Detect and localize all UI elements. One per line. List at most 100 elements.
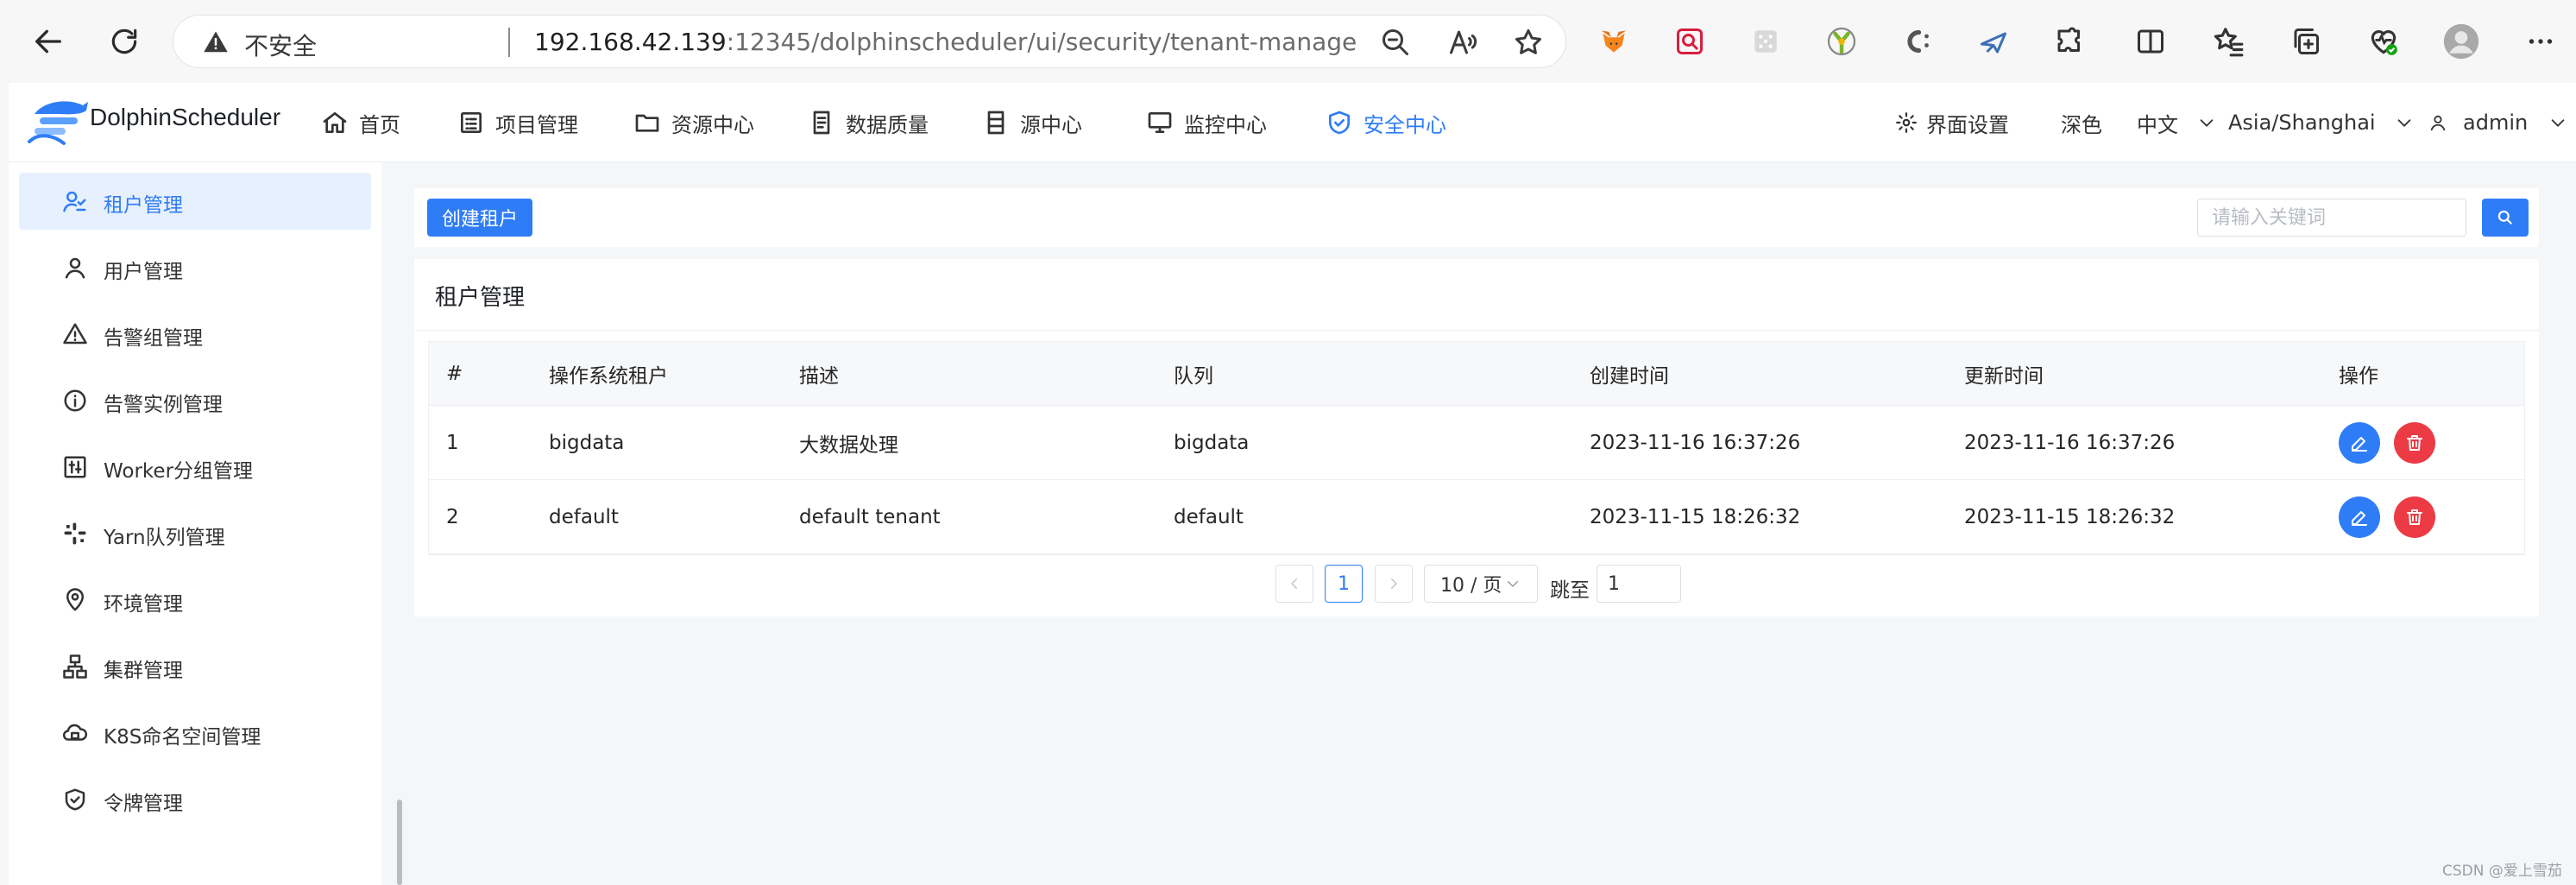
sidebar: 租户管理 用户管理 告警组管理 告警实例管理 Worker分组管理 Yarn队列… [9,162,381,885]
theme-toggle[interactable]: 深色 [2061,102,2102,143]
cell-tenant: default [549,505,619,528]
column-header: # [446,362,463,385]
sidebar-item-cluster[interactable]: 集群管理 [19,638,371,695]
column-header: 操作 [2339,364,2378,388]
sidebar-item-label: 告警实例管理 [104,394,223,416]
language-label: 中文 [2137,112,2178,137]
info-circle-icon [64,389,86,412]
sidebar-item-yarn-queue[interactable]: Yarn队列管理 [19,505,371,562]
read-aloud-icon[interactable] [1447,27,1478,58]
edit-button[interactable] [2339,422,2380,464]
user-name: admin [2463,111,2529,135]
delete-button[interactable] [2394,496,2435,538]
language-select[interactable]: 中文 [2137,102,2216,143]
code-extension-icon[interactable] [1899,22,1937,60]
user-menu[interactable]: admin [2428,102,2567,143]
chevron-down-icon [2397,119,2410,127]
sidebar-item-environment[interactable]: 环境管理 [19,572,371,629]
tenant-table: # 操作系统租户 描述 队列 创建时间 更新时间 操作 1 bigdata 大数… [428,341,2525,555]
pagination: 1 10 / 页 跳至 [414,563,2539,604]
sidebar-item-label: 告警组管理 [104,327,203,350]
page-size-select[interactable]: 10 / 页 [1424,565,1538,603]
location-icon [66,588,84,611]
plane-extension-icon[interactable] [1975,22,2012,60]
performance-heart-icon[interactable] [2365,22,2403,60]
timezone-label: Asia/Shanghai [2228,111,2376,135]
warning-triangle-icon [63,323,87,345]
prev-page-button[interactable] [1275,565,1313,603]
nav-data-quality[interactable]: 数据质量 [808,102,929,143]
screenshot-extension-icon[interactable] [1671,22,1709,60]
cluster-icon [63,654,87,679]
search-button[interactable] [2482,199,2529,237]
sidebar-item-user-management[interactable]: 用户管理 [19,239,371,296]
refresh-icon [111,28,137,54]
nav-datasource-center[interactable]: 源中心 [982,102,1082,143]
sidebar-item-k8s-namespace[interactable]: K8S命名空间管理 [19,705,371,762]
tampermonkey-extension-icon[interactable] [1823,22,1861,60]
sidebar-item-worker-group[interactable]: Worker分组管理 [19,439,371,496]
nav-label: 安全中心 [1364,112,1446,137]
sidebar-item-token[interactable]: 令牌管理 [19,771,371,828]
table-header: # 操作系统租户 描述 队列 创建时间 更新时间 操作 [429,342,2524,406]
nav-resource-center[interactable]: 资源中心 [633,102,754,143]
cell-create-time: 2023-11-16 16:37:26 [1590,431,1801,454]
refresh-button[interactable] [102,19,147,64]
tenant-card: 租户管理 # 操作系统租户 描述 队列 创建时间 更新时间 操作 1 bigda… [414,259,2539,616]
sidebar-item-tenant-management[interactable]: 租户管理 [19,173,371,230]
browser-toolbar: 不安全 192.168.42.139:12345/dolphinschedule… [0,0,2576,83]
edit-pencil-icon [2352,511,2367,526]
profile-avatar-icon[interactable] [2442,22,2480,60]
sidebar-item-label: 令牌管理 [104,793,183,815]
delete-button[interactable] [2394,422,2435,464]
nav-security-center[interactable]: 安全中心 [1326,102,1446,143]
sidebar-scrollbar[interactable] [397,800,402,885]
insecure-label[interactable]: 不安全 [244,28,317,62]
sidebar-item-alarm-group[interactable]: 告警组管理 [19,306,371,363]
more-menu-icon[interactable] [2522,22,2560,60]
url-text[interactable]: 192.168.42.139:12345/dolphinscheduler/ui… [534,28,1357,56]
toolbar: 创建租户 [414,188,2539,247]
address-bar[interactable]: 不安全 192.168.42.139:12345/dolphinschedule… [173,15,1566,68]
split-screen-icon[interactable] [2132,22,2170,60]
jump-label: 跳至 [1550,579,1590,602]
next-page-button[interactable] [1375,565,1413,603]
timezone-select[interactable]: Asia/Shanghai [2228,102,2414,143]
zoom-out-icon[interactable] [1380,27,1411,58]
trash-icon [2407,509,2422,525]
chevron-down-icon [2551,119,2565,127]
folder-icon [635,114,659,132]
cell-queue: bigdata [1174,431,1250,454]
dolphinscheduler-logo[interactable] [26,93,91,150]
search-input[interactable] [2197,199,2466,237]
column-header: 更新时间 [1964,364,2044,388]
edit-button[interactable] [2339,496,2380,538]
favorite-star-icon[interactable] [1513,27,1544,58]
ui-settings-button[interactable]: 界面设置 [1895,102,2009,143]
favorites-list-icon[interactable] [2209,22,2247,60]
grid-extension-icon[interactable] [1747,22,1785,60]
page-number-button[interactable]: 1 [1325,565,1363,603]
brand-name[interactable]: DolphinScheduler [90,104,280,131]
nav-monitor-center[interactable]: 监控中心 [1146,102,1267,143]
metamask-extension-icon[interactable] [1595,22,1633,60]
sidebar-item-alarm-instance[interactable]: 告警实例管理 [19,372,371,429]
jump-page-input[interactable] [1597,565,1681,603]
nav-project-management[interactable]: 项目管理 [457,102,578,143]
chevron-down-icon [1508,581,1519,587]
sidebar-item-label: Yarn队列管理 [104,527,225,549]
column-header: 操作系统租户 [549,364,668,388]
collections-icon[interactable] [2287,22,2325,60]
user-icon [65,257,85,279]
sidebar-item-label: 环境管理 [104,593,183,616]
sidebar-item-label: 集群管理 [104,660,183,682]
chevron-left-icon [1291,578,1297,589]
extensions-puzzle-icon[interactable] [2050,22,2088,60]
back-button[interactable] [26,19,71,64]
create-tenant-button[interactable]: 创建租户 [427,199,532,237]
user-icon [2430,115,2446,131]
cell-tenant: bigdata [549,431,625,454]
sidebar-item-label: 租户管理 [104,194,183,217]
nav-home[interactable]: 首页 [321,102,400,143]
warning-triangle-icon [204,31,228,53]
